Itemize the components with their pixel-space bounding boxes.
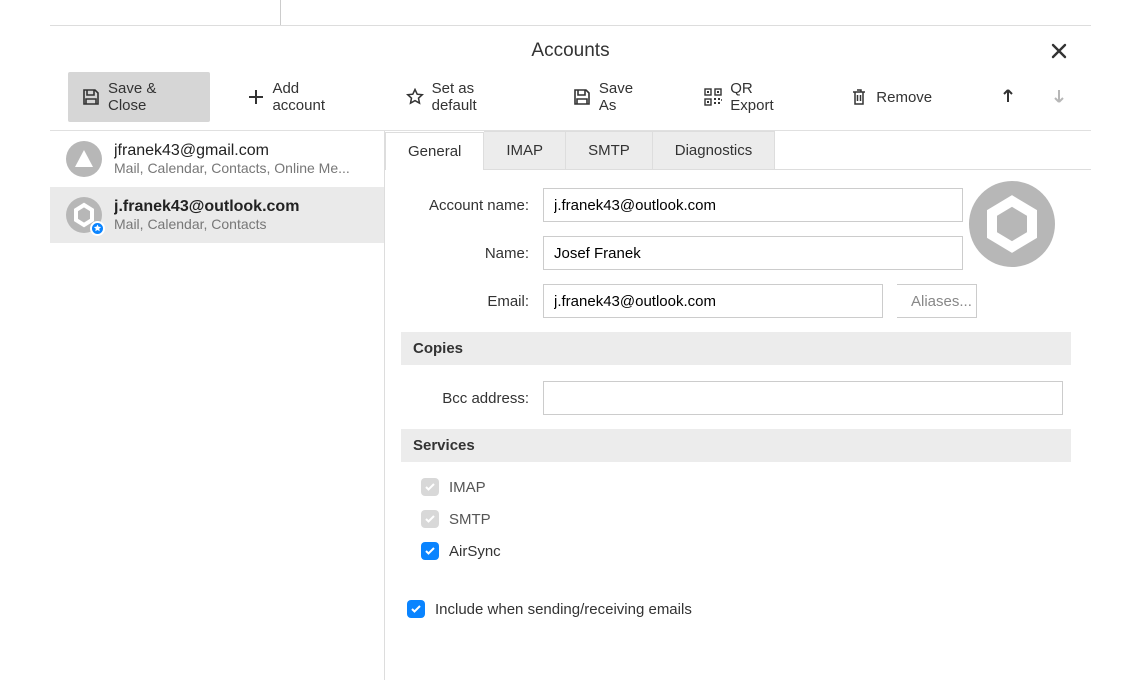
account-item-gmail[interactable]: jfranek43@gmail.com Mail, Calendar, Cont… (50, 131, 384, 187)
accounts-dialog: Accounts Save & Close Add account (50, 25, 1091, 684)
trash-icon (850, 88, 868, 106)
qr-export-label: QR Export (730, 80, 798, 114)
dialog-body: jfranek43@gmail.com Mail, Calendar, Cont… (50, 130, 1091, 680)
tab-diagnostics[interactable]: Diagnostics (653, 131, 776, 169)
service-imap: IMAP (421, 478, 1071, 496)
account-title: jfranek43@gmail.com (114, 142, 350, 160)
account-avatar (66, 197, 102, 233)
tabs: General IMAP SMTP Diagnostics (385, 131, 1091, 170)
accounts-window: Accounts Save & Close Add account (0, 0, 1131, 684)
default-badge-icon (90, 221, 105, 236)
service-label: AirSync (449, 543, 501, 560)
account-text: j.franek43@outlook.com Mail, Calendar, C… (114, 198, 299, 232)
arrow-up-icon (1001, 89, 1015, 106)
account-avatar (66, 141, 102, 177)
save-as-icon (573, 88, 591, 106)
tab-general[interactable]: General (385, 132, 484, 170)
row-email: Email: Aliases... (401, 284, 1071, 318)
label-account-name: Account name: (401, 197, 529, 214)
section-copies: Copies (401, 332, 1071, 365)
checkbox-include[interactable] (407, 600, 425, 618)
add-account-label: Add account (272, 80, 353, 114)
toolbar: Save & Close Add account Set as default … (50, 72, 1091, 130)
accounts-sidebar: jfranek43@gmail.com Mail, Calendar, Cont… (50, 131, 385, 680)
qr-export-button[interactable]: QR Export (690, 72, 812, 122)
service-airsync: AirSync (421, 542, 1071, 560)
add-account-button[interactable]: Add account (234, 72, 367, 122)
remove-label: Remove (876, 89, 932, 106)
service-label: IMAP (449, 479, 486, 496)
save-close-label: Save & Close (108, 80, 196, 114)
account-avatar-large[interactable] (969, 181, 1055, 270)
star-icon (406, 88, 424, 106)
label-bcc: Bcc address: (401, 390, 529, 407)
row-include: Include when sending/receiving emails (407, 600, 1071, 618)
email-input[interactable] (543, 284, 883, 318)
save-as-button[interactable]: Save As (559, 72, 666, 122)
row-bcc: Bcc address: (401, 381, 1071, 415)
service-smtp: SMTP (421, 510, 1071, 528)
name-input[interactable] (543, 236, 963, 270)
service-label: SMTP (449, 511, 491, 528)
label-name: Name: (401, 245, 529, 262)
set-default-button[interactable]: Set as default (392, 72, 535, 122)
content-area: General IMAP SMTP Diagnostics Account na… (385, 131, 1091, 680)
label-email: Email: (401, 293, 529, 310)
aliases-button[interactable]: Aliases... (897, 284, 977, 318)
tab-imap[interactable]: IMAP (484, 131, 566, 169)
move-down-button (1046, 83, 1073, 111)
include-label: Include when sending/receiving emails (435, 601, 692, 618)
qr-icon (704, 88, 722, 106)
save-as-label: Save As (599, 80, 652, 114)
section-services: Services (401, 429, 1071, 462)
account-subtitle: Mail, Calendar, Contacts (114, 216, 299, 232)
tab-smtp[interactable]: SMTP (566, 131, 653, 169)
bcc-input[interactable] (543, 381, 1063, 415)
checkbox-imap (421, 478, 439, 496)
close-button[interactable] (1045, 38, 1073, 66)
checkbox-smtp (421, 510, 439, 528)
set-default-label: Set as default (432, 80, 521, 114)
account-item-outlook[interactable]: j.franek43@outlook.com Mail, Calendar, C… (50, 187, 384, 243)
account-title: j.franek43@outlook.com (114, 198, 299, 216)
account-name-input[interactable] (543, 188, 963, 222)
close-icon (1051, 40, 1067, 64)
remove-button[interactable]: Remove (836, 80, 946, 114)
plus-icon (248, 89, 264, 105)
top-divider (280, 0, 281, 25)
save-icon (82, 88, 100, 106)
account-subtitle: Mail, Calendar, Contacts, Online Me... (114, 160, 350, 176)
services-list: IMAP SMTP AirSync (401, 478, 1071, 560)
save-close-button[interactable]: Save & Close (68, 72, 210, 122)
move-up-button[interactable] (994, 83, 1021, 111)
checkbox-airsync[interactable] (421, 542, 439, 560)
arrow-down-icon (1052, 89, 1066, 106)
aliases-label: Aliases... (911, 293, 972, 310)
dialog-title: Accounts (50, 26, 1091, 72)
account-text: jfranek43@gmail.com Mail, Calendar, Cont… (114, 142, 350, 176)
